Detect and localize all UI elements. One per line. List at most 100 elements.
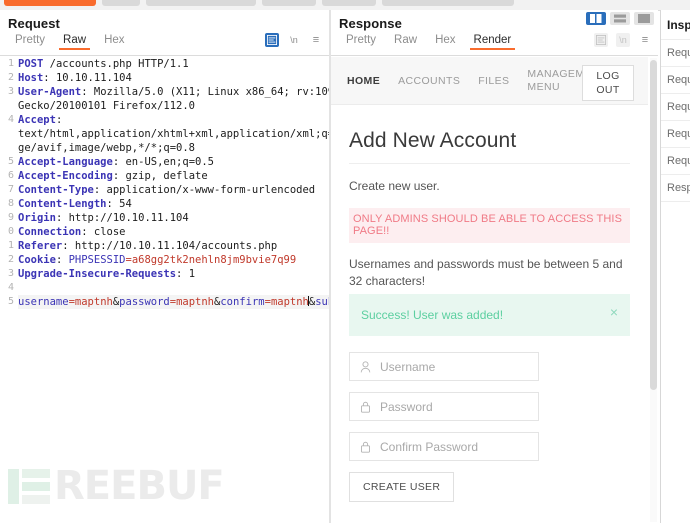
request-pane: Request Pretty Raw Hex \n ≡ 1 POST /acco… [0, 10, 329, 523]
render-scrollbar-track[interactable] [650, 58, 657, 522]
tab-response-render[interactable]: Render [465, 33, 521, 50]
menu-icon[interactable]: ≡ [309, 33, 323, 47]
lock-icon [360, 441, 371, 453]
inspector-divider [661, 201, 690, 212]
line-content: POST /accounts.php HTTP/1.1 [18, 57, 329, 71]
tab-request-raw[interactable]: Raw [54, 33, 95, 50]
line-content: Referer: http://10.10.11.104/accounts.ph… [18, 239, 329, 253]
line-content: Cookie: PHPSESSID=a68gg2tk2nehln8jm9bvie… [18, 253, 329, 267]
password-hint: Usernames and passwords must be between … [349, 257, 623, 288]
request-line: 3 User-Agent: Mozilla/5.0 (X11; Linux x8… [0, 85, 329, 99]
username-field[interactable]: Username [349, 352, 539, 381]
title-divider [349, 163, 630, 164]
toolbar-button-5[interactable] [322, 0, 376, 6]
header-key: Accept-Language [18, 156, 113, 168]
render-viewport: HOME ACCOUNTS FILES MANAGEMENT MENU LOG … [331, 57, 658, 523]
line-content: Upgrade-Insecure-Requests: 1 [18, 267, 329, 281]
request-line-cont: ge/avif,image/webp,*/*;q=0.8 [0, 141, 329, 155]
line-number: 9 [0, 211, 18, 225]
inspector-row-response-1[interactable]: Resp [661, 174, 690, 201]
body-key-submit: submit [315, 296, 329, 308]
request-line: 9 Origin: http://10.10.11.104 [0, 211, 329, 225]
page-title: Add New Account [349, 129, 517, 152]
request-line: 1 Referer: http://10.10.11.104/accounts.… [0, 239, 329, 253]
watermark-row [8, 468, 50, 504]
header-key: Accept [18, 114, 56, 126]
success-alert-text: Success! User was added! [361, 308, 504, 322]
password-field[interactable]: Password [349, 392, 539, 421]
watermark-hbar-3 [22, 494, 50, 504]
response-tabstrip: Pretty Raw Hex Render \n ≡ [331, 33, 658, 56]
watermark-text: REEBUF [54, 463, 225, 509]
cookie-name: PHPSESSID [62, 254, 126, 266]
line-content: Content-Type: application/x-www-form-url… [18, 183, 329, 197]
render-scrollbar-thumb[interactable] [650, 60, 657, 390]
word-wrap-icon[interactable] [265, 33, 279, 47]
request-editor[interactable]: 1 POST /accounts.php HTTP/1.1 2 Host: 10… [0, 57, 329, 523]
tab-response-raw[interactable]: Raw [385, 33, 426, 50]
create-user-button[interactable]: CREATE USER [349, 472, 455, 502]
line-number: 7 [0, 183, 18, 197]
request-body-line[interactable]: 5 username=maptnh&password=maptnh&confir… [0, 295, 329, 309]
newline-icon[interactable]: \n [616, 33, 630, 47]
line-content: Content-Length: 54 [18, 197, 329, 211]
toolbar-button-6[interactable] [382, 0, 514, 6]
toolbar-button-2[interactable] [102, 0, 140, 6]
tab-request-hex[interactable]: Hex [95, 33, 133, 50]
tab-response-pretty[interactable]: Pretty [337, 33, 385, 50]
nav-link-files[interactable]: FILES [478, 75, 509, 87]
request-tabstrip: Pretty Raw Hex \n ≡ [0, 33, 329, 56]
line-number: 5 [0, 155, 18, 169]
line-content: text/html,application/xhtml+xml,applicat… [18, 128, 329, 140]
inspector-row-request-4[interactable]: Requ [661, 120, 690, 147]
request-panel-title: Request [8, 16, 60, 31]
header-key: Upgrade-Insecure-Requests [18, 268, 177, 280]
close-icon[interactable]: × [610, 305, 618, 319]
watermark-vbar [8, 468, 19, 504]
inspector-row-request-3[interactable]: Requ [661, 93, 690, 120]
confirm-password-field[interactable]: Confirm Password [349, 432, 539, 461]
inspector-row-request-2[interactable]: Requ [661, 66, 690, 93]
body-key-password: password [119, 296, 170, 308]
line-content: Accept-Encoding: gzip, deflate [18, 169, 329, 183]
header-key: Connection [18, 226, 82, 238]
line-content: Accept-Language: en-US,en;q=0.5 [18, 155, 329, 169]
header-key: Cookie [18, 254, 56, 266]
username-placeholder: Username [380, 359, 436, 374]
password-placeholder: Password [380, 399, 433, 414]
newline-icon[interactable]: \n [287, 33, 301, 47]
response-tab-icons: \n ≡ [594, 33, 652, 47]
word-wrap-icon[interactable] [594, 33, 608, 47]
split-horizontal-icon[interactable] [610, 12, 630, 25]
rendered-page: HOME ACCOUNTS FILES MANAGEMENT MENU LOG … [331, 57, 648, 523]
single-pane-icon[interactable] [634, 12, 654, 25]
toolbar-button-4[interactable] [262, 0, 316, 6]
logout-button[interactable]: LOG OUT [582, 65, 634, 101]
toolbar-button-3[interactable] [146, 0, 256, 6]
inspector-row-request-5[interactable]: Requ [661, 147, 690, 174]
split-vertical-icon[interactable] [586, 12, 606, 25]
header-value: 10.10.11.104 [49, 72, 132, 84]
line-number: 2 [0, 71, 18, 85]
line-number: 8 [0, 197, 18, 211]
nav-link-home[interactable]: HOME [347, 75, 380, 87]
inspector-pane: Insp Requ Requ Requ Requ Requ Resp [660, 10, 690, 523]
tab-request-pretty[interactable]: Pretty [6, 33, 54, 50]
toolbar-button-primary[interactable] [4, 0, 96, 6]
request-line: 3 Upgrade-Insecure-Requests: 1 [0, 267, 329, 281]
request-line: 7 Content-Type: application/x-www-form-u… [0, 183, 329, 197]
tab-response-hex[interactable]: Hex [426, 33, 464, 50]
http-method: POST [18, 58, 44, 70]
nav-link-accounts[interactable]: ACCOUNTS [398, 75, 460, 87]
page-content: Add New Account Create new user. ONLY AD… [331, 105, 648, 502]
line-number: 1 [0, 57, 18, 71]
admin-warning-banner: ONLY ADMINS SHOULD BE ABLE TO ACCESS THI… [349, 208, 630, 243]
line-content: ge/avif,image/webp,*/*;q=0.8 [18, 142, 196, 154]
request-lines: 1 POST /accounts.php HTTP/1.1 2 Host: 10… [0, 57, 329, 309]
menu-icon[interactable]: ≡ [638, 33, 652, 47]
header-key: Content-Length [18, 198, 107, 210]
line-content: Host: 10.10.11.104 [18, 71, 329, 85]
request-line-cookie: 2 Cookie: PHPSESSID=a68gg2tk2nehln8jm9bv… [0, 253, 329, 267]
inspector-row-request-1[interactable]: Requ [661, 39, 690, 66]
header-value: close [87, 226, 126, 238]
